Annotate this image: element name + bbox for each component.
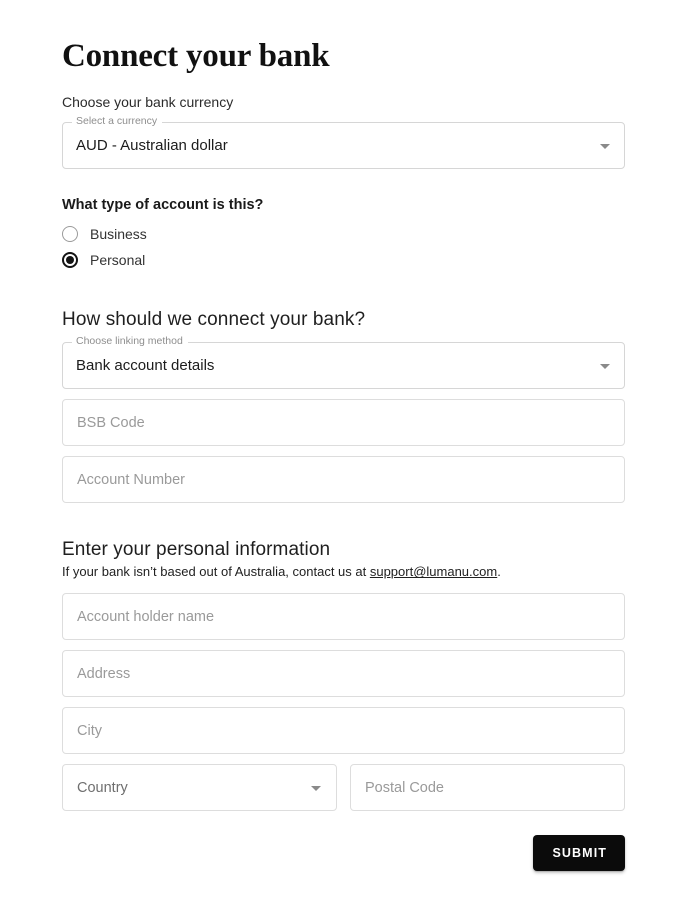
currency-label: Choose your bank currency [62, 94, 234, 111]
account-number-placeholder: Account Number [77, 471, 185, 488]
page-title: Connect your bank [62, 38, 330, 74]
account-type-heading: What type of account is this? [62, 197, 264, 214]
linking-method-value: Bank account details [76, 357, 215, 375]
currency-select[interactable]: Select a currency AUD - Australian dolla… [62, 115, 625, 170]
form-content: Connect your bank Choose your bank curre… [62, 0, 625, 872]
linking-method-select[interactable]: Choose linking method Bank account detai… [62, 335, 625, 390]
postal-code-field[interactable]: Postal Code [350, 764, 625, 812]
submit-button[interactable]: SUBMIT [533, 835, 625, 872]
personal-info-note-prefix: If your bank isn’t based out of Australi… [62, 564, 370, 580]
radio-business-label: Business [90, 226, 147, 243]
account-number-field[interactable]: Account Number [62, 456, 625, 504]
postal-column: Postal Code [350, 764, 625, 812]
country-postal-row: Country Postal Code [62, 764, 625, 812]
radio-personal-label: Personal [90, 252, 146, 269]
account-holder-name-field[interactable]: Account holder name [62, 593, 625, 641]
radio-business-icon[interactable] [62, 226, 78, 243]
chevron-down-icon [600, 143, 610, 149]
bsb-code-field[interactable]: BSB Code [62, 399, 625, 447]
chevron-down-icon [311, 785, 321, 791]
support-email-link[interactable]: support@lumanu.com [370, 564, 497, 579]
radio-option-business[interactable]: Business [62, 221, 625, 247]
radio-personal-icon[interactable] [62, 252, 78, 269]
country-placeholder: Country [77, 779, 128, 796]
submit-row: SUBMIT [62, 835, 625, 872]
personal-info-note: If your bank isn’t based out of Australi… [62, 563, 625, 581]
country-column: Country [62, 764, 337, 812]
personal-info-note-suffix: . [497, 564, 501, 580]
linking-method-float-label: Choose linking method [72, 335, 187, 349]
address-field[interactable]: Address [62, 650, 625, 698]
address-placeholder: Address [77, 665, 131, 682]
linking-method-heading: How should we connect your bank? [62, 309, 366, 331]
city-field[interactable]: City [62, 707, 625, 755]
postal-code-placeholder: Postal Code [365, 779, 444, 796]
radio-option-personal[interactable]: Personal [62, 247, 625, 273]
currency-select-value: AUD - Australian dollar [76, 137, 228, 155]
currency-select-float-label: Select a currency [72, 115, 162, 129]
connect-bank-page: Connect your bank Choose your bank curre… [0, 0, 688, 907]
chevron-down-icon [600, 363, 610, 369]
account-holder-name-placeholder: Account holder name [77, 608, 215, 625]
country-select[interactable]: Country [62, 764, 337, 812]
city-placeholder: City [77, 722, 102, 739]
account-type-radio-group: Business Personal [62, 221, 625, 273]
bsb-code-placeholder: BSB Code [77, 414, 145, 431]
personal-info-heading: Enter your personal information [62, 539, 331, 561]
